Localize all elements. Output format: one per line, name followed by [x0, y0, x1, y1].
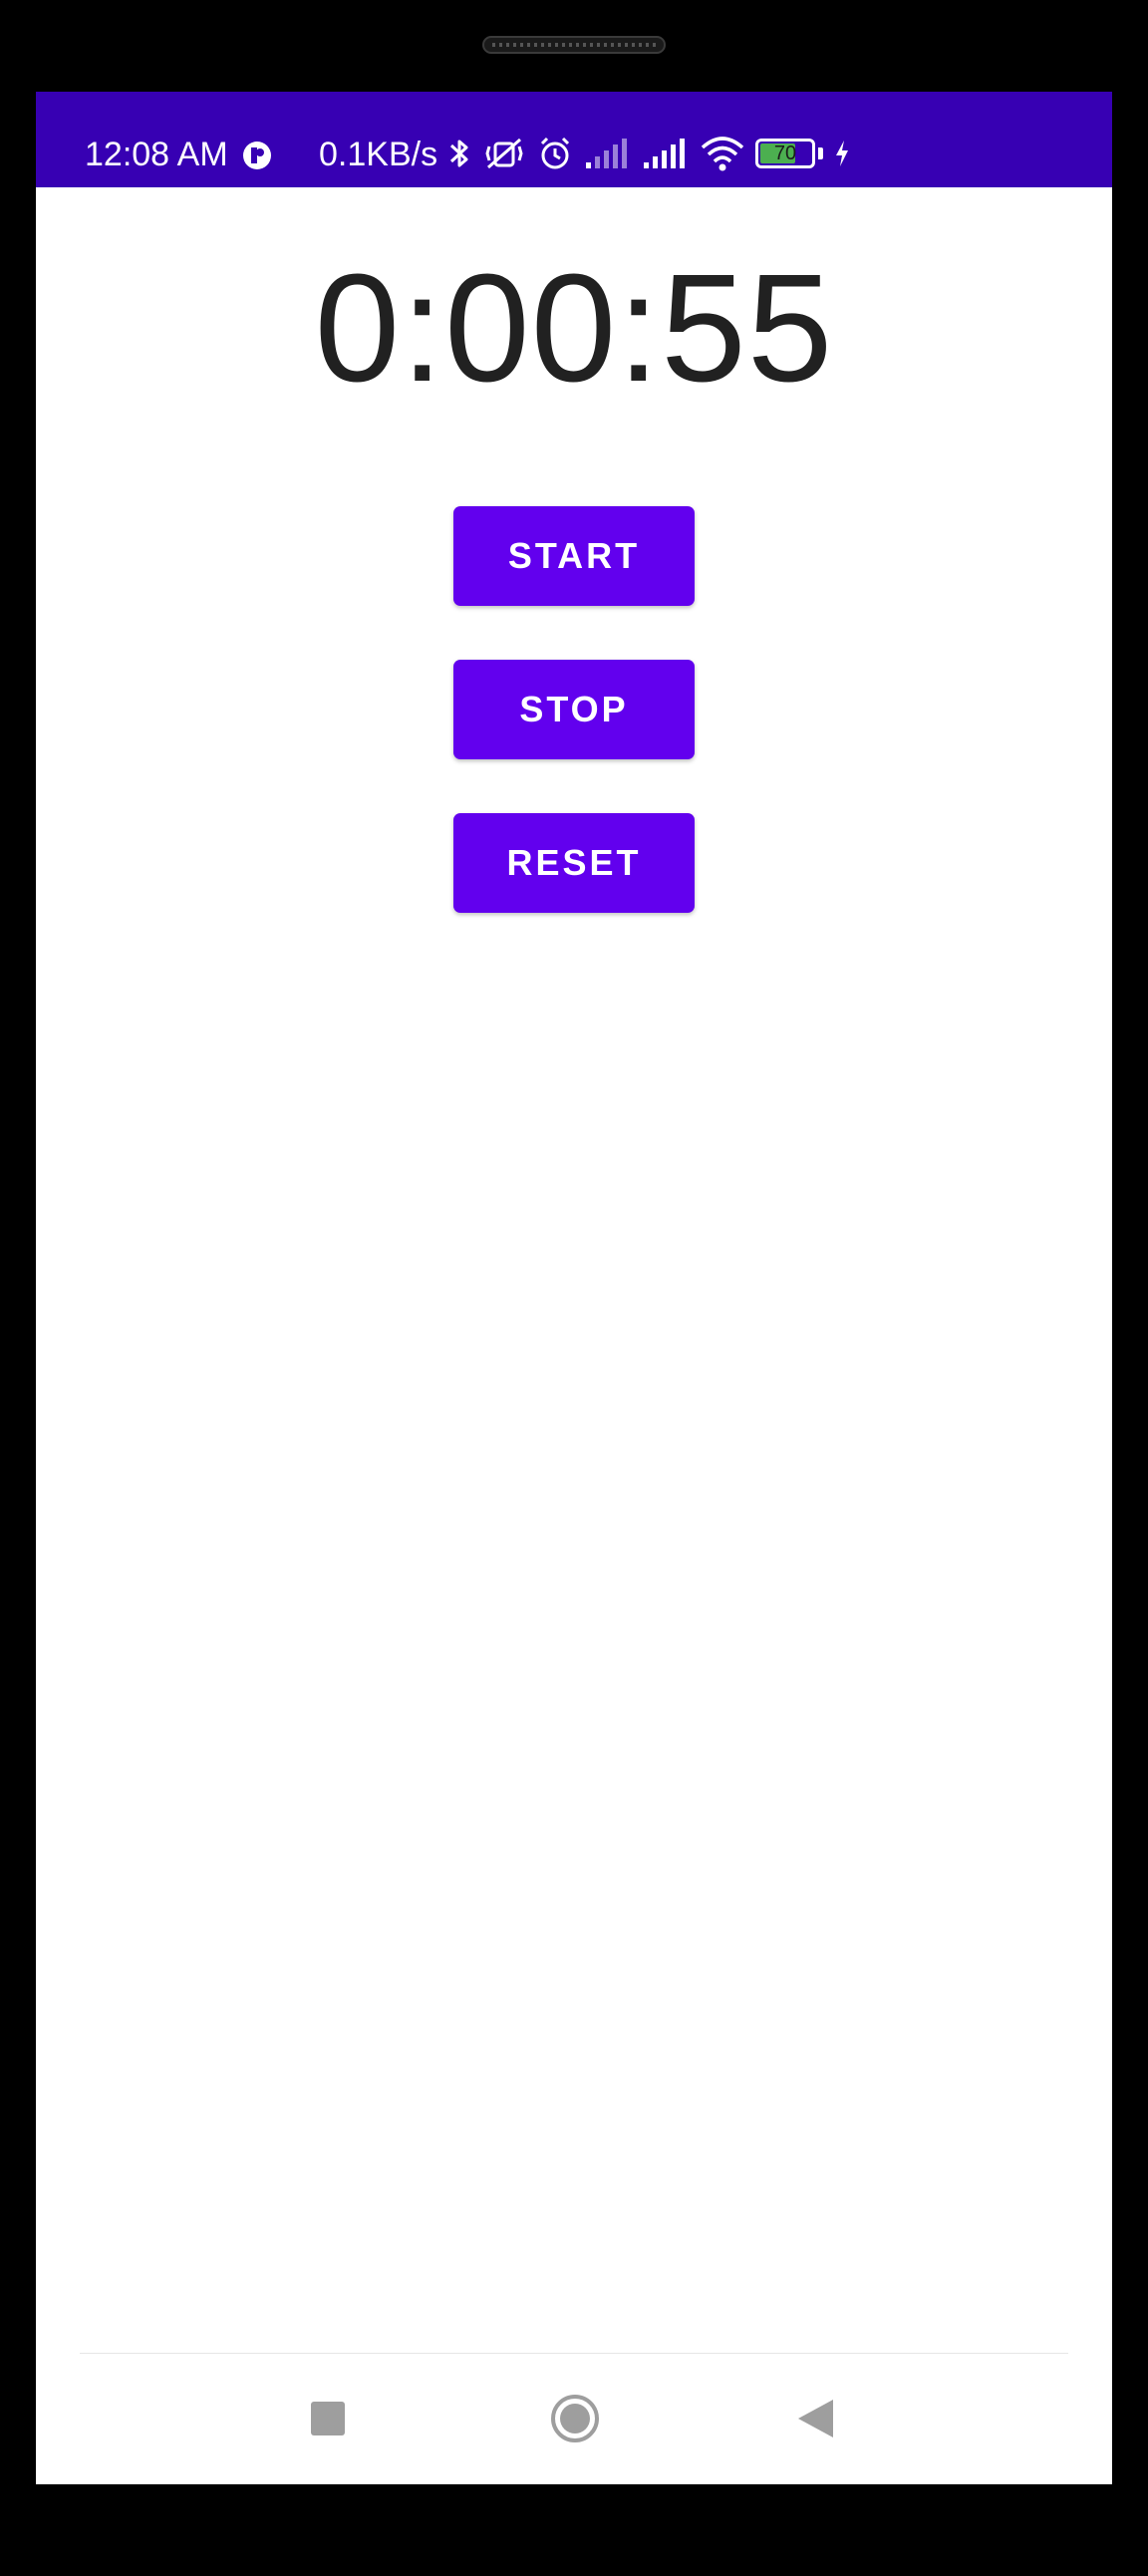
signal-weak-icon	[586, 139, 627, 168]
alarm-icon	[540, 137, 570, 169]
charging-icon	[836, 141, 848, 166]
home-circle-icon[interactable]	[550, 2394, 600, 2443]
back-triangle-icon[interactable]	[795, 2398, 835, 2439]
battery-icon: 70	[755, 139, 823, 168]
phone-frame: 12:08 AM 0.1KB/s 70 0:00:55 START STOP R…	[0, 0, 1148, 2576]
app-screen: 12:08 AM 0.1KB/s 70 0:00:55 START STOP R…	[36, 92, 1112, 2484]
status-icons: 70	[446, 134, 851, 173]
nav-bar-divider	[80, 2353, 1068, 2354]
wifi-icon	[701, 137, 744, 171]
status-bar: 12:08 AM 0.1KB/s 70	[36, 92, 1112, 187]
start-button[interactable]: START	[453, 506, 695, 606]
battery-level: 70	[773, 143, 797, 164]
network-speed: 0.1KB/s	[319, 136, 438, 173]
stop-button[interactable]: STOP	[453, 660, 695, 759]
signal-full-icon	[644, 139, 685, 168]
reset-button[interactable]: RESET	[453, 813, 695, 913]
earpiece-speaker	[482, 36, 666, 54]
bluetooth-icon	[449, 140, 468, 167]
status-time: 12:08 AM	[85, 136, 228, 173]
app-notification-icon	[243, 142, 271, 169]
vibrate-off-icon	[485, 138, 523, 169]
timer-display: 0:00:55	[314, 242, 834, 414]
recents-square-icon[interactable]	[311, 2402, 345, 2435]
